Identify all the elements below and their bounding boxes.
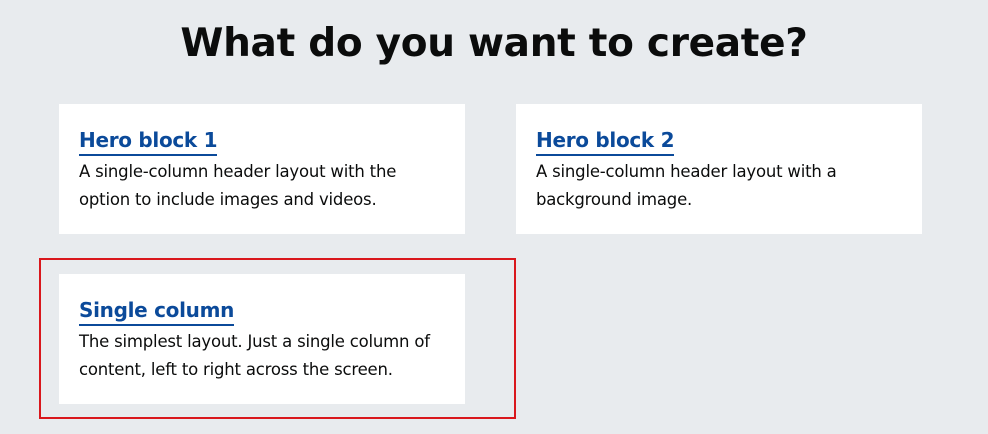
page-title: What do you want to create? bbox=[180, 21, 808, 66]
option-card-hero-block-1: Hero block 1 A single-column header layo… bbox=[59, 104, 465, 234]
hero-block-2-description: A single-column header layout with a bac… bbox=[536, 162, 837, 209]
single-column-link[interactable]: Single column bbox=[79, 296, 234, 326]
hero-block-1-description: A single-column header layout with the o… bbox=[79, 162, 397, 209]
option-card-hero-block-2: Hero block 2 A single-column header layo… bbox=[516, 104, 922, 234]
single-column-description: The simplest layout. Just a single colum… bbox=[79, 332, 430, 379]
hero-block-1-link[interactable]: Hero block 1 bbox=[79, 126, 218, 156]
option-card-single-column: Single column The simplest layout. Just … bbox=[59, 274, 465, 404]
hero-block-2-link[interactable]: Hero block 2 bbox=[536, 126, 675, 156]
